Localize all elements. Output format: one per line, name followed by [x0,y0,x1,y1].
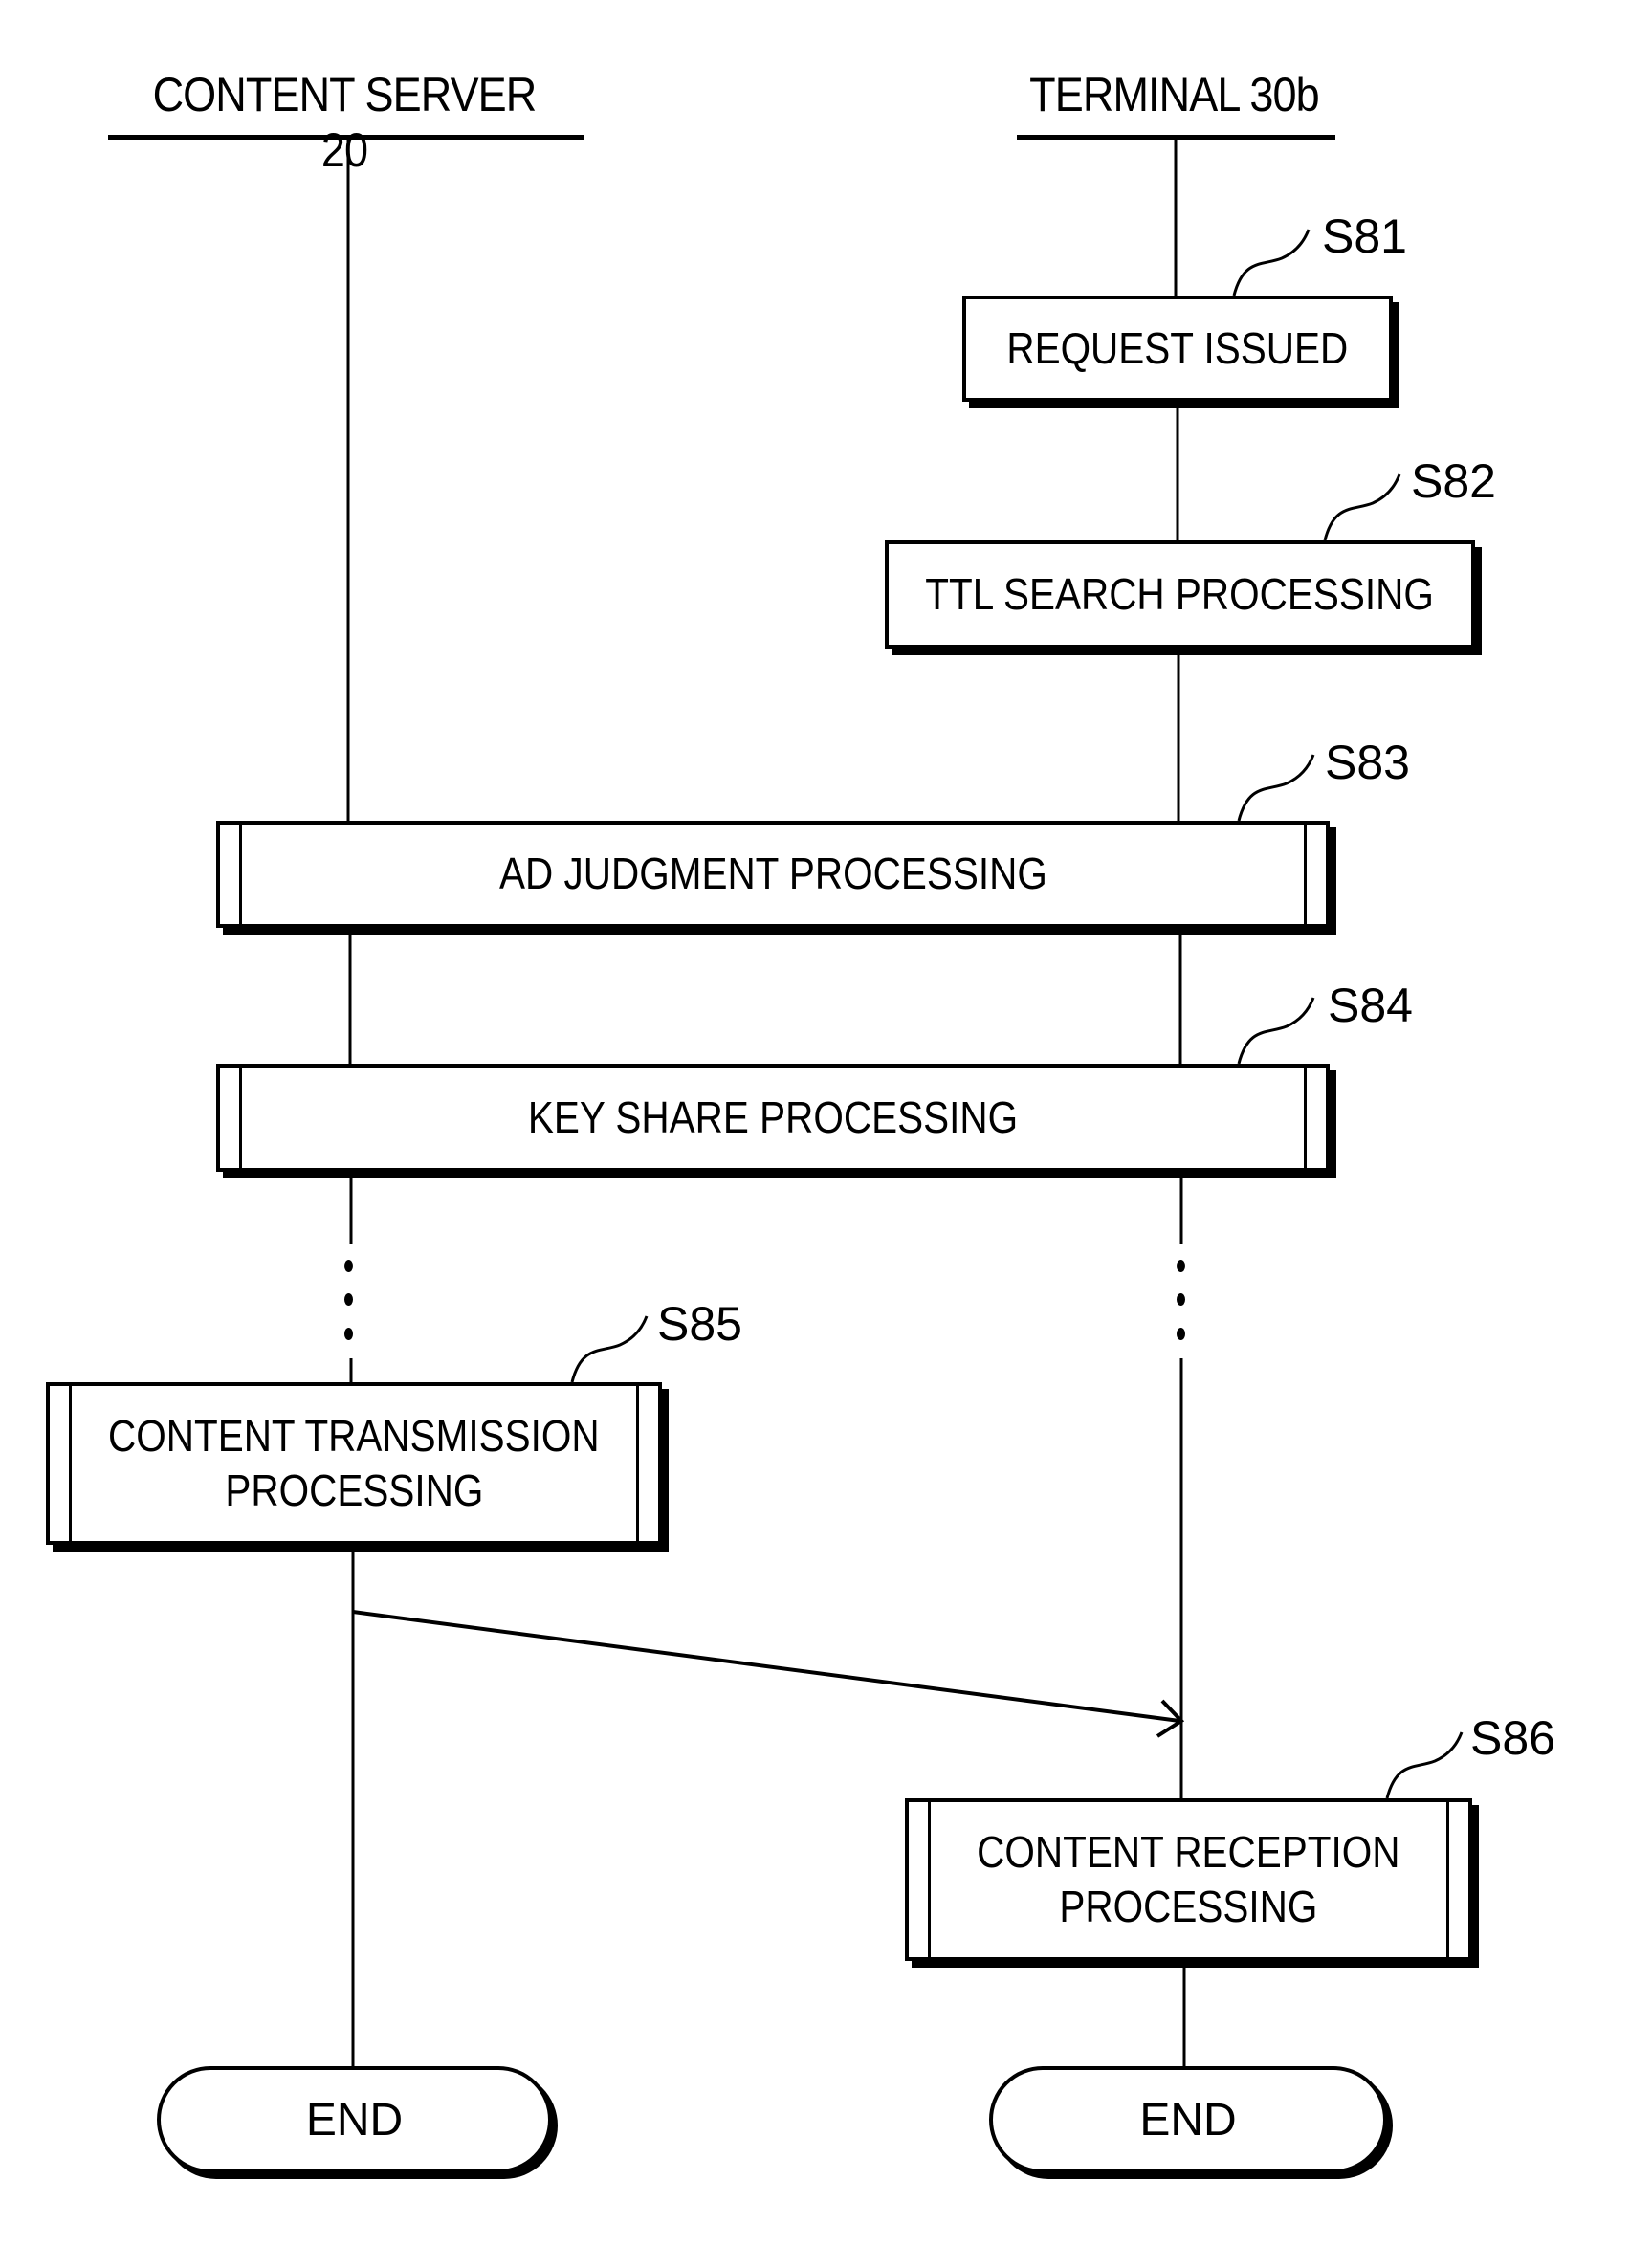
step-label-s81: S81 [1322,209,1407,263]
step-text-s83: AD JUDGMENT PROCESSING [498,848,1047,899]
leader-s82 [1323,473,1401,541]
content-message-arrow [352,1610,1185,1738]
step-text-s84: KEY SHARE PROCESSING [527,1091,1019,1142]
step-label-s84: S84 [1328,979,1413,1032]
step-text-s85-line1: CONTENT TRANSMISSION [108,1410,600,1461]
end-terminator-terminal[interactable]: END [989,2066,1387,2173]
end-terminator-server[interactable]: END [157,2066,552,2173]
step-text-s82: TTL SEARCH PROCESSING [925,568,1435,619]
step-box-ttl-search[interactable]: TTL SEARCH PROCESSING [885,540,1475,649]
leader-s84 [1237,997,1315,1065]
continuation-dot [344,1293,353,1306]
end-label-terminal: END [1139,2094,1237,2146]
end-label-server: END [305,2094,404,2146]
leader-s81 [1232,229,1311,297]
step-label-s86: S86 [1470,1711,1555,1765]
step-text-s86-line1: CONTENT RECEPTION [977,1826,1400,1877]
step-box-key-share[interactable]: KEY SHARE PROCESSING [216,1064,1330,1172]
continuation-dot [344,1260,353,1272]
continuation-dot [1177,1260,1185,1272]
step-text-s85-line2: PROCESSING [225,1465,483,1515]
step-box-content-reception[interactable]: CONTENT RECEPTION PROCESSING [905,1798,1472,1961]
step-text-s81: REQUEST ISSUED [1006,322,1349,373]
leader-s83 [1237,754,1315,822]
continuation-dot [1177,1328,1185,1340]
continuation-dot [1177,1293,1185,1306]
step-box-content-transmission[interactable]: CONTENT TRANSMISSION PROCESSING [46,1382,662,1545]
continuation-dot [344,1328,353,1340]
step-label-s82: S82 [1411,454,1496,508]
step-label-s83: S83 [1325,736,1410,789]
step-text-s86-line2: PROCESSING [1059,1882,1318,1931]
leader-s85 [570,1315,649,1383]
step-label-s85: S85 [657,1297,742,1351]
step-box-request-issued[interactable]: REQUEST ISSUED [962,296,1393,402]
leader-s86 [1385,1731,1464,1799]
step-box-ad-judgment[interactable]: AD JUDGMENT PROCESSING [216,821,1330,928]
